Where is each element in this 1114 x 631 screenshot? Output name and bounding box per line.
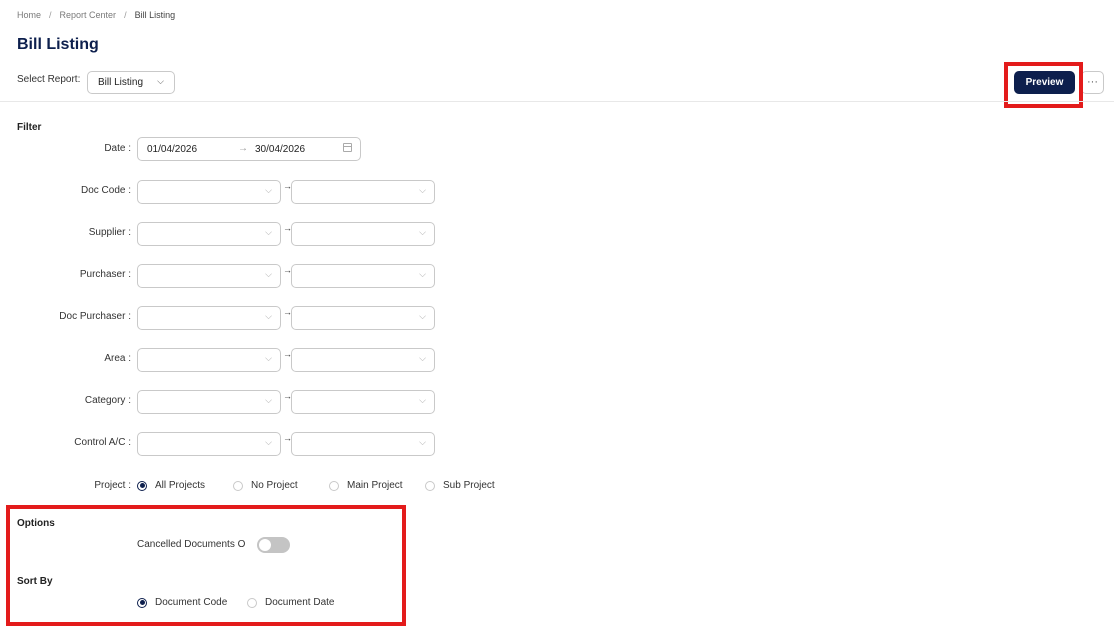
chevron-down-icon: ⌵	[419, 311, 426, 321]
area-label: Area :	[104, 353, 131, 364]
doc-code-to-select[interactable]: ⌵	[291, 180, 435, 204]
chevron-down-icon: ⌵	[265, 311, 272, 321]
purchaser-label: Purchaser :	[79, 269, 131, 280]
doc-purchaser-to-select[interactable]: ⌵	[291, 306, 435, 330]
filter-section-title: Filter	[17, 122, 42, 133]
breadcrumb-separator: /	[124, 10, 127, 20]
control-ac-label: Control A/C :	[74, 437, 131, 448]
chevron-down-icon: ⌵	[419, 269, 426, 279]
project-option-label: No Project	[251, 480, 298, 491]
date-range-picker[interactable]: 01/04/2026 → 30/04/2026	[137, 137, 361, 161]
doc-code-label: Doc Code :	[80, 185, 131, 196]
category-label: Category :	[84, 395, 131, 406]
report-select-value: Bill Listing	[98, 77, 144, 88]
radio-unchecked-icon[interactable]	[233, 480, 243, 491]
area-to-select[interactable]: ⌵	[291, 348, 435, 372]
control-ac-to-select[interactable]: ⌵	[291, 432, 435, 456]
breadcrumb: Home / Report Center / Bill Listing	[17, 10, 175, 20]
calendar-icon	[343, 143, 352, 152]
supplier-from-select[interactable]: ⌵	[137, 222, 281, 246]
supplier-to-select[interactable]: ⌵	[291, 222, 435, 246]
select-report-label: Select Report:	[17, 74, 81, 85]
radio-unchecked-icon[interactable]	[425, 480, 435, 491]
area-from-select[interactable]: ⌵	[137, 348, 281, 372]
control-ac-from-select[interactable]: ⌵	[137, 432, 281, 456]
date-from-value[interactable]: 01/04/2026	[147, 144, 197, 155]
breadcrumb-home[interactable]: Home	[17, 10, 41, 20]
purchaser-to-select[interactable]: ⌵	[291, 264, 435, 288]
doc-purchaser-from-select[interactable]: ⌵	[137, 306, 281, 330]
project-option-label: Sub Project	[443, 480, 495, 491]
highlight-options-box	[6, 505, 406, 626]
more-options-button[interactable]: ···	[1081, 71, 1104, 94]
project-option-none[interactable]: No Project	[233, 480, 329, 491]
project-option-label: Main Project	[347, 480, 403, 491]
project-label: Project :	[94, 480, 131, 491]
arrow-right-icon: →	[238, 143, 248, 154]
header-divider	[0, 101, 1114, 102]
chevron-down-icon: ⌵	[265, 269, 272, 279]
project-radio-group: All Projects No Project Main Project Sub…	[137, 480, 495, 491]
chevron-down-icon: ⌵	[419, 437, 426, 447]
project-option-sub[interactable]: Sub Project	[425, 480, 495, 491]
breadcrumb-report-center[interactable]: Report Center	[60, 10, 117, 20]
category-from-select[interactable]: ⌵	[137, 390, 281, 414]
supplier-label: Supplier :	[88, 227, 131, 238]
chevron-down-icon: ⌵	[265, 185, 272, 195]
chevron-down-icon: ⌵	[419, 353, 426, 363]
purchaser-from-select[interactable]: ⌵	[137, 264, 281, 288]
chevron-down-icon: ⌵	[419, 185, 426, 195]
chevron-down-icon: ⌵	[419, 227, 426, 237]
breadcrumb-separator: /	[49, 10, 52, 20]
doc-code-from-select[interactable]: ⌵	[137, 180, 281, 204]
chevron-down-icon: ⌵	[419, 395, 426, 405]
page-title: Bill Listing	[17, 36, 99, 53]
chevron-down-icon: ⌵	[265, 395, 272, 405]
report-select[interactable]: Bill Listing ⌵	[87, 71, 175, 94]
breadcrumb-current: Bill Listing	[134, 10, 176, 20]
date-to-value[interactable]: 30/04/2026	[255, 144, 305, 155]
chevron-down-icon: ⌵	[157, 76, 164, 86]
radio-unchecked-icon[interactable]	[329, 480, 339, 491]
project-option-all[interactable]: All Projects	[137, 480, 233, 491]
project-option-main[interactable]: Main Project	[329, 480, 425, 491]
date-label: Date :	[104, 143, 131, 154]
chevron-down-icon: ⌵	[265, 437, 272, 447]
chevron-down-icon: ⌵	[265, 353, 272, 363]
chevron-down-icon: ⌵	[265, 227, 272, 237]
category-to-select[interactable]: ⌵	[291, 390, 435, 414]
project-option-label: All Projects	[155, 480, 206, 491]
doc-purchaser-label: Doc Purchaser :	[59, 311, 131, 322]
radio-checked-icon[interactable]	[137, 480, 147, 491]
